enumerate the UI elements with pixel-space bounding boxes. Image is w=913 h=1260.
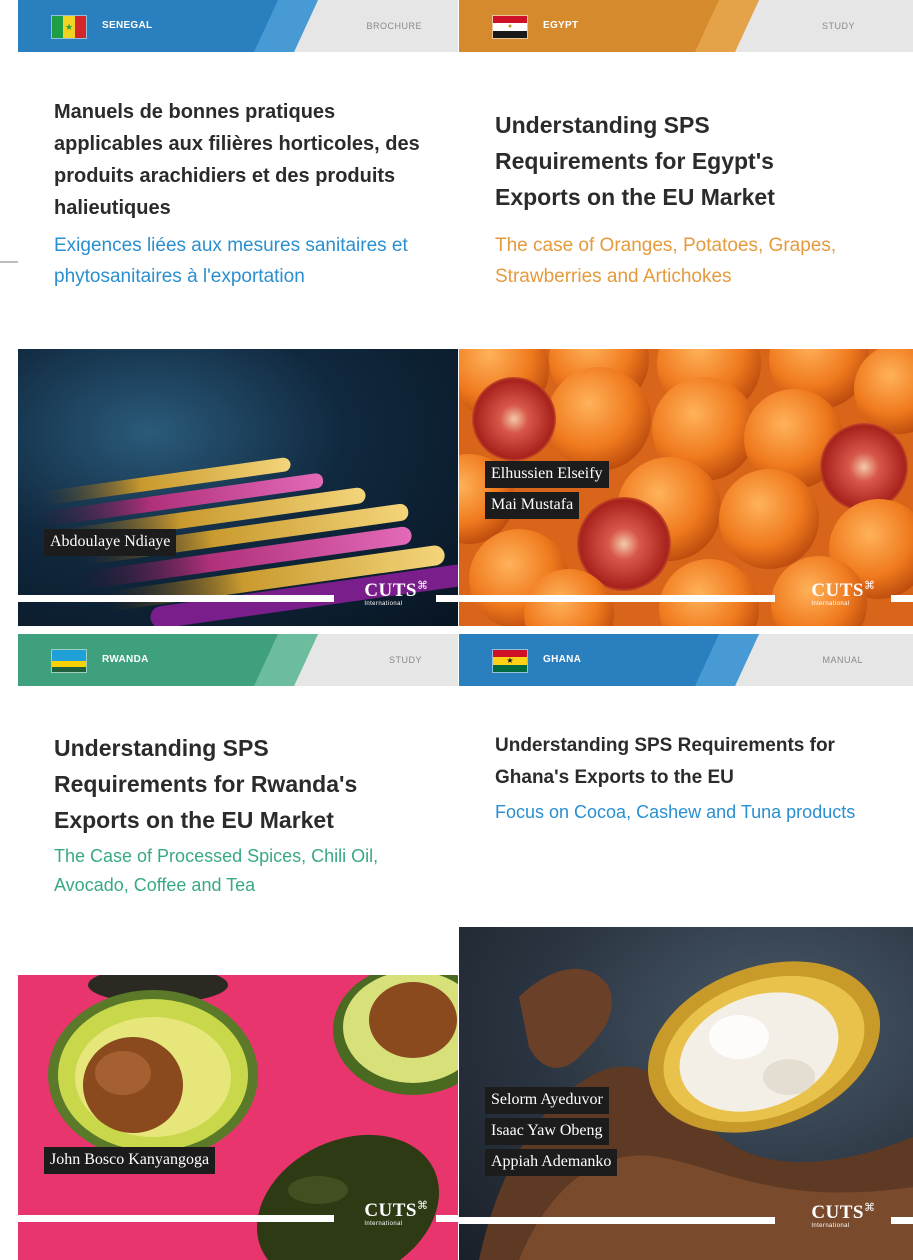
document-type-label: MANUAL (822, 655, 863, 665)
cover-subtitle: Focus on Cocoa, Cashew and Tuna products (495, 802, 856, 822)
country-label: SENEGAL (102, 20, 153, 31)
cover-subtitle: The case of Oranges, Potatoes, Grapes, S… (495, 235, 837, 287)
cover-rwanda[interactable]: RWANDA STUDY Understanding SPS Requireme… (18, 634, 458, 1260)
document-type-label: BROCHURE (366, 21, 422, 31)
footer-bar (18, 595, 334, 602)
cuts-mark-icon: ⌘ (417, 580, 428, 592)
cover-header: ● EGYPT STUDY (459, 0, 913, 52)
author-list: Elhussien Elseify Mai Mustafa (485, 461, 609, 519)
author-list: Abdoulaye Ndiaye (44, 529, 177, 556)
author-name: Abdoulaye Ndiaye (44, 529, 177, 556)
cover-header: ★ GHANA MANUAL (459, 634, 913, 686)
country-label: GHANA (543, 654, 582, 665)
cuts-logo: CUTS⌘ International (811, 580, 875, 608)
document-type-label: STUDY (388, 655, 422, 665)
author-name: Elhussien Elseify (485, 461, 609, 488)
cover-photo-avocados: John Bosco Kanyangoga CUTS⌘ Internationa… (18, 975, 458, 1260)
footer-bar (459, 1217, 775, 1224)
footer-bar-end (436, 1215, 458, 1222)
cover-photo-cocoa: Selorm Ayeduvor Isaac Yaw Obeng Appiah A… (459, 927, 913, 1260)
cover-title: Understanding SPS Requirements for Rwand… (54, 735, 358, 833)
cover-photo-oranges: Elhussien Elseify Mai Mustafa CUTS⌘ Inte… (459, 349, 913, 626)
cuts-mark-icon: ⌘ (864, 580, 875, 592)
footer-bar (18, 1215, 334, 1222)
country-label: EGYPT (543, 20, 579, 31)
author-list: Selorm Ayeduvor Isaac Yaw Obeng Appiah A… (485, 1087, 618, 1176)
cover-subtitle: Exigences liées aux mesures sanitaires e… (54, 235, 408, 287)
senegal-flag-icon: ★ (52, 16, 86, 38)
cover-subtitle: The Case of Processed Spices, Chili Oil,… (54, 846, 379, 895)
cover-egypt[interactable]: ● EGYPT STUDY Understanding SPS Requirem… (459, 0, 913, 626)
cover-title: Understanding SPS Requirements for Egypt… (495, 112, 775, 210)
cuts-mark-icon: ⌘ (864, 1202, 875, 1214)
footer-bar-end (436, 595, 458, 602)
author-name: Selorm Ayeduvor (485, 1087, 609, 1114)
cover-photo-test-tubes: Abdoulaye Ndiaye CUTS⌘ International (18, 349, 458, 626)
cuts-logo: CUTS⌘ International (364, 580, 428, 608)
cover-title: Manuels de bonnes pratiques applicables … (54, 101, 420, 219)
ghana-flag-icon: ★ (493, 650, 527, 672)
cuts-logo: CUTS⌘ International (811, 1202, 875, 1230)
rwanda-flag-icon (52, 650, 86, 672)
cover-ghana[interactable]: ★ GHANA MANUAL Understanding SPS Require… (459, 634, 913, 1260)
author-name: Mai Mustafa (485, 492, 580, 519)
cover-header: ★ SENEGAL BROCHURE (18, 0, 458, 52)
document-type-label: STUDY (821, 21, 855, 31)
country-label: RWANDA (102, 654, 149, 665)
author-name: Isaac Yaw Obeng (485, 1118, 609, 1145)
cover-title: Understanding SPS Requirements for Ghana… (495, 735, 835, 788)
cover-senegal[interactable]: ★ SENEGAL BROCHURE Manuels de bonnes pra… (18, 0, 458, 626)
cover-header: RWANDA STUDY (18, 634, 458, 686)
author-name: Appiah Ademanko (485, 1149, 618, 1176)
author-name: John Bosco Kanyangoga (44, 1147, 216, 1174)
footer-bar (459, 595, 775, 602)
author-list: John Bosco Kanyangoga (44, 1147, 216, 1174)
footer-bar-end (891, 595, 913, 602)
cuts-mark-icon: ⌘ (417, 1200, 428, 1212)
cuts-logo: CUTS⌘ International (364, 1200, 428, 1228)
footer-bar-end (891, 1217, 913, 1224)
egypt-flag-icon: ● (493, 16, 527, 38)
